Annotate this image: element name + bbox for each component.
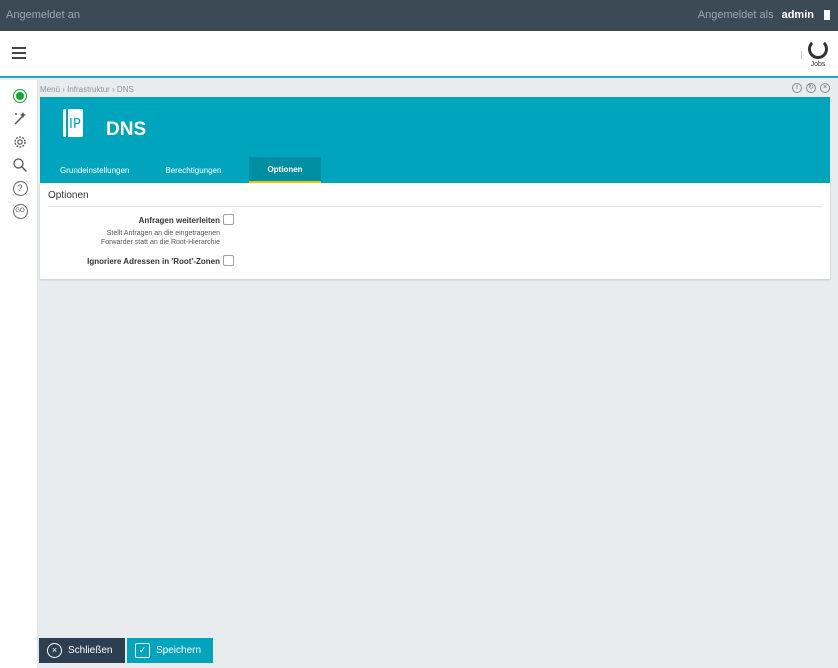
login-status-text: Angemeldet an [6, 9, 80, 21]
section-divider [48, 206, 822, 207]
forward-requests-checkbox[interactable] [223, 214, 234, 225]
search-icon[interactable] [12, 157, 28, 173]
jobs-button[interactable]: Jobs [806, 39, 830, 68]
ignore-root-zones-checkbox[interactable] [223, 255, 234, 266]
tab-bar: Grundeinstellungen Berechtigungen Option… [52, 157, 321, 183]
ignore-root-zones-label: Ignoriere Adressen in 'Root'-Zonen [87, 257, 220, 266]
top-bar: Angemeldet an Angemeldet als admin [0, 0, 838, 31]
go-icon[interactable]: GO [12, 203, 28, 219]
menu-icon[interactable] [12, 47, 26, 59]
wizard-icon[interactable] [12, 110, 28, 126]
forward-requests-label: Anfragen weiterleiten [138, 216, 220, 225]
close-icon[interactable]: × [820, 83, 830, 93]
jobs-label: Jobs [810, 61, 826, 68]
tab-grundeinstellungen[interactable]: Grundeinstellungen [52, 157, 147, 183]
logout-icon[interactable] [824, 10, 830, 20]
forward-requests-hint-2: Forwarder statt an die Root-Hierarchie [100, 239, 220, 246]
checkmark-icon: ✓ [135, 643, 150, 658]
left-toolbar: ? GO [0, 80, 38, 668]
page-title: DNS [106, 119, 147, 140]
app-header: Jobs [0, 31, 838, 78]
save-button-label: Speichern [156, 645, 202, 656]
forward-requests-hint-1: Stellt Anfragen an die eingetragenen [106, 230, 220, 237]
refresh-icon[interactable]: ↻ [806, 83, 816, 93]
jobs-icon [808, 39, 828, 59]
close-circle-icon: × [47, 643, 62, 658]
help-icon[interactable]: ? [12, 180, 28, 196]
tab-optionen[interactable]: Optionen [249, 157, 321, 183]
close-button[interactable]: × Schließen [39, 638, 125, 663]
breadcrumb[interactable]: Menü › Infrastruktur › DNS [40, 85, 134, 94]
options-panel: Optionen Anfragen weiterleiten Stellt An… [40, 183, 830, 279]
status-icon[interactable] [12, 88, 28, 104]
username[interactable]: admin [782, 9, 814, 21]
logged-in-as-label: Angemeldet als [697, 9, 774, 21]
close-button-label: Schließen [68, 645, 113, 656]
ip-book-icon: IP [63, 109, 83, 137]
save-button[interactable]: ✓ Speichern [127, 638, 213, 663]
section-title: Optionen [48, 190, 89, 201]
user-info: Angemeldet als admin [698, 9, 830, 21]
panel-actions: i ↻ × [792, 83, 830, 93]
header-divider [801, 51, 802, 59]
settings-icon[interactable] [12, 134, 28, 150]
tab-berechtigungen[interactable]: Berechtigungen [147, 157, 239, 183]
info-icon[interactable]: i [792, 83, 802, 93]
dns-panel-header: IP DNS Grundeinstellungen Berechtigungen… [40, 97, 830, 183]
